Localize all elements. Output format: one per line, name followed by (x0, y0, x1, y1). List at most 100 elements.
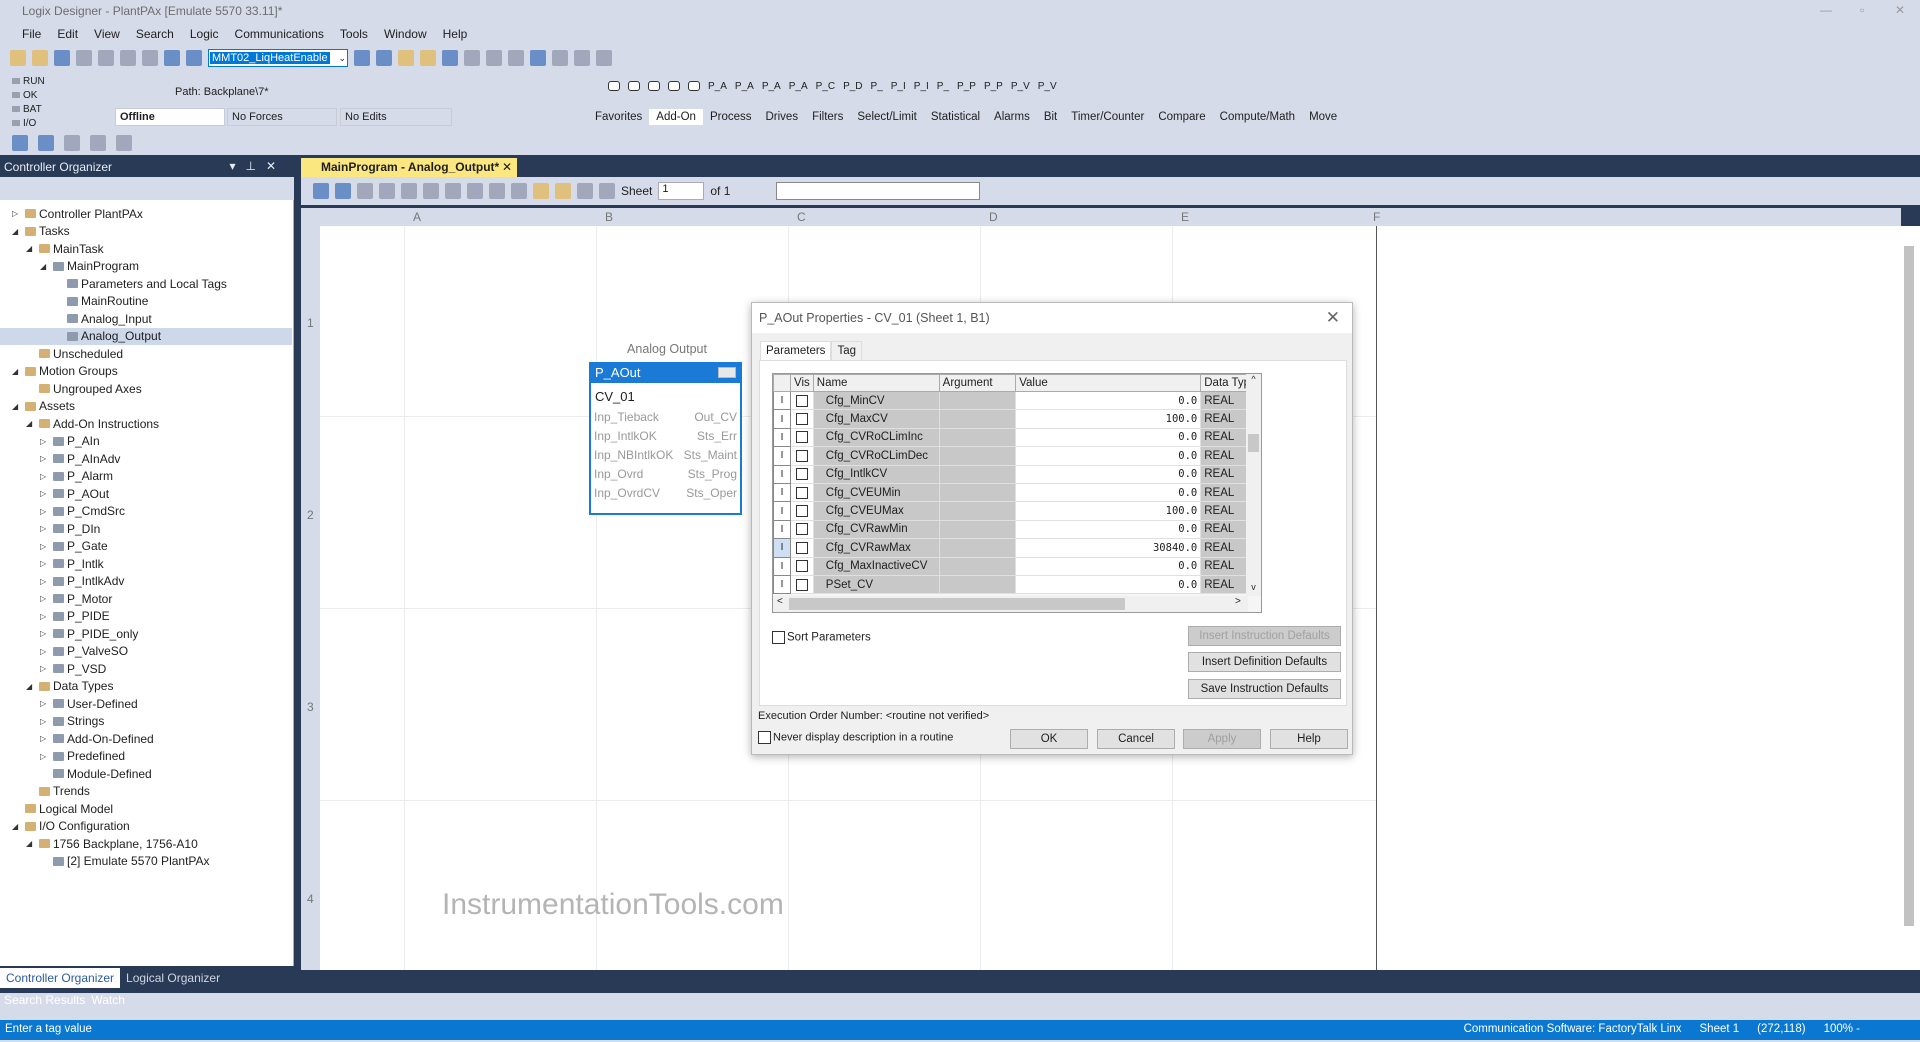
tab-controller-organizer[interactable]: Controller Organizer (0, 968, 121, 988)
tree-item-mainroutine[interactable]: MainRoutine (54, 293, 152, 310)
tab-logical-organizer[interactable]: Logical Organizer (120, 968, 226, 988)
row-indicator[interactable]: I (773, 556, 791, 576)
expand-icon[interactable]: ▷ (40, 472, 50, 481)
menu-file[interactable]: File (14, 25, 49, 45)
sheet-select[interactable]: 1 (658, 182, 705, 200)
tree-item-user-defined[interactable]: ▷ User-Defined (40, 695, 142, 712)
collapse-icon[interactable]: ◢ (26, 419, 36, 428)
dialog-close-icon[interactable]: ✕ (1326, 308, 1340, 328)
parameter-row[interactable]: I Cfg_IntlkCV 0.0 REAL (773, 464, 1261, 484)
browse-icon[interactable] (398, 50, 414, 66)
vis-checkbox[interactable] (790, 538, 814, 558)
insert-instruction-defaults-button[interactable]: Insert Instruction Defaults (1188, 626, 1341, 646)
maximize-button[interactable]: ▫ (1860, 3, 1864, 17)
download-icon[interactable] (464, 50, 480, 66)
grid-horizontal-scrollbar[interactable]: < > (773, 596, 1248, 612)
tree-item-logical-model[interactable]: Logical Model (12, 800, 117, 817)
parameter-value[interactable]: 0.0 (1015, 482, 1202, 503)
tree-item-p-intlkadv[interactable]: ▷ P_IntlkAdv (40, 573, 128, 590)
expand-icon[interactable]: ▷ (12, 209, 22, 218)
tree-item-p-ainadv[interactable]: ▷ P_AInAdv (40, 450, 124, 467)
tree-item-unscheduled[interactable]: Unscheduled (26, 345, 127, 362)
row-indicator[interactable]: I (773, 519, 791, 540)
expand-icon[interactable]: ▷ (40, 752, 50, 761)
parameter-row[interactable]: I Cfg_CVEUMin 0.0 REAL (773, 482, 1261, 503)
vis-checkbox[interactable] (790, 390, 814, 411)
tree-item-trends[interactable]: Trends (26, 783, 94, 800)
palette-instruction[interactable]: P_I (891, 81, 906, 92)
parameter-value[interactable]: 0.0 (1015, 427, 1202, 448)
copy-icon[interactable] (120, 50, 136, 66)
tree-item-p-vsd[interactable]: ▷ P_VSD (40, 660, 110, 677)
expand-icon[interactable]: ▷ (40, 524, 50, 533)
palette-instruction[interactable]: P_I (914, 81, 929, 92)
parameter-row[interactable]: I Cfg_CVRoCLimInc 0.0 REAL (773, 427, 1261, 448)
row-indicator[interactable]: I (773, 390, 791, 411)
delete-sheet-icon[interactable] (445, 183, 461, 199)
export-icon[interactable] (508, 50, 524, 66)
expand-icon[interactable]: ▷ (40, 612, 50, 621)
tree-item-1756-backplane-1756-a10[interactable]: ◢ 1756 Backplane, 1756-A10 (26, 835, 202, 852)
edits-dropdown[interactable]: No Edits (340, 108, 452, 126)
zoom-in-icon[interactable] (313, 183, 329, 199)
palette-shape-icon[interactable] (648, 81, 660, 91)
palette-instruction[interactable]: P_A (735, 81, 754, 92)
tree-item-ungrouped-axes[interactable]: Ungrouped Axes (26, 380, 146, 397)
save-instruction-defaults-button[interactable]: Save Instruction Defaults (1188, 679, 1341, 699)
cut-icon[interactable] (98, 50, 114, 66)
tree-item-p-pide[interactable]: ▷ P_PIDE (40, 608, 114, 625)
tab-tag[interactable]: Tag (831, 341, 862, 360)
collapse-icon[interactable]: ◢ (26, 682, 36, 691)
palette-instruction[interactable]: P_ (937, 81, 949, 92)
tree-item-p-aout[interactable]: ▷ P_AOut (40, 485, 113, 502)
forces-dropdown[interactable]: No Forces (227, 108, 337, 126)
expand-icon[interactable]: ▷ (40, 647, 50, 656)
insert-definition-defaults-button[interactable]: Insert Definition Defaults (1188, 652, 1341, 672)
block-properties-button[interactable] (718, 367, 736, 378)
palette-tab-move[interactable]: Move (1302, 109, 1344, 125)
menu-tools[interactable]: Tools (332, 25, 376, 45)
parameter-row[interactable]: I Cfg_CVRawMin 0.0 REAL (773, 519, 1261, 540)
menu-search[interactable]: Search (128, 25, 182, 45)
tab-mainprogram-analog-output[interactable]: MainProgram - Analog_Output* ✕ (301, 158, 517, 177)
parameter-row[interactable]: I PSet_CV 0.0 REAL (773, 574, 1261, 595)
column-header-value[interactable]: Value (1015, 374, 1202, 392)
palette-tab-statistical[interactable]: Statistical (924, 109, 987, 125)
output-pin-sts-err[interactable]: Sts_Err (697, 429, 737, 443)
output-pin-sts-prog[interactable]: Sts_Prog (688, 467, 737, 481)
tree-item-data-types[interactable]: ◢ Data Types (26, 678, 117, 695)
column-header-argument[interactable]: Argument (938, 374, 1017, 392)
palette-tab-select-limit[interactable]: Select/Limit (850, 109, 923, 125)
tree-item-p-valveso[interactable]: ▷ P_ValveSO (40, 643, 132, 660)
row-indicator[interactable]: I (773, 446, 791, 466)
collapse-icon[interactable]: ◢ (40, 262, 50, 271)
parameter-value[interactable]: 100.0 (1015, 409, 1202, 429)
parameter-value[interactable]: 0.0 (1015, 446, 1202, 466)
parameter-row[interactable]: I Cfg_MinCV 0.0 REAL (773, 390, 1261, 411)
palette-shape-icon[interactable] (628, 81, 640, 91)
vis-checkbox[interactable] (790, 556, 814, 576)
palette-tab-filters[interactable]: Filters (805, 109, 850, 125)
tab-parameters[interactable]: Parameters (760, 341, 832, 360)
mode-dropdown[interactable]: Offline (115, 108, 225, 126)
tree-item-parameters-and-local-tags[interactable]: Parameters and Local Tags (54, 275, 231, 292)
parameter-row[interactable]: I Cfg_CVRoCLimDec 0.0 REAL (773, 446, 1261, 466)
grid-icon[interactable] (533, 183, 549, 199)
tree-item-p-ain[interactable]: ▷ P_AIn (40, 433, 104, 450)
palette-tab-timer-counter[interactable]: Timer/Counter (1064, 109, 1151, 125)
palette-tab-process[interactable]: Process (703, 109, 759, 125)
block-tag[interactable]: CV_01 (591, 383, 740, 407)
verify-controller-icon[interactable] (420, 50, 436, 66)
tree-item-assets[interactable]: ◢ Assets (12, 398, 79, 415)
expand-icon[interactable]: ▷ (40, 664, 50, 673)
tree-item-controller-plantpax[interactable]: ▷ Controller PlantPAx (12, 205, 147, 222)
bookmark-clear-icon[interactable] (90, 135, 106, 151)
menu-logic[interactable]: Logic (182, 25, 227, 45)
vis-checkbox[interactable] (790, 464, 814, 484)
parameter-row[interactable]: I Cfg_CVRawMax 30840.0 REAL (773, 538, 1261, 558)
palette-instruction[interactable]: P_ (871, 81, 883, 92)
new-icon[interactable] (10, 50, 26, 66)
tree-item-analog-output[interactable]: Analog_Output (0, 327, 292, 345)
parameter-value[interactable]: 100.0 (1015, 501, 1202, 521)
tree-item-tasks[interactable]: ◢ Tasks (12, 223, 74, 240)
